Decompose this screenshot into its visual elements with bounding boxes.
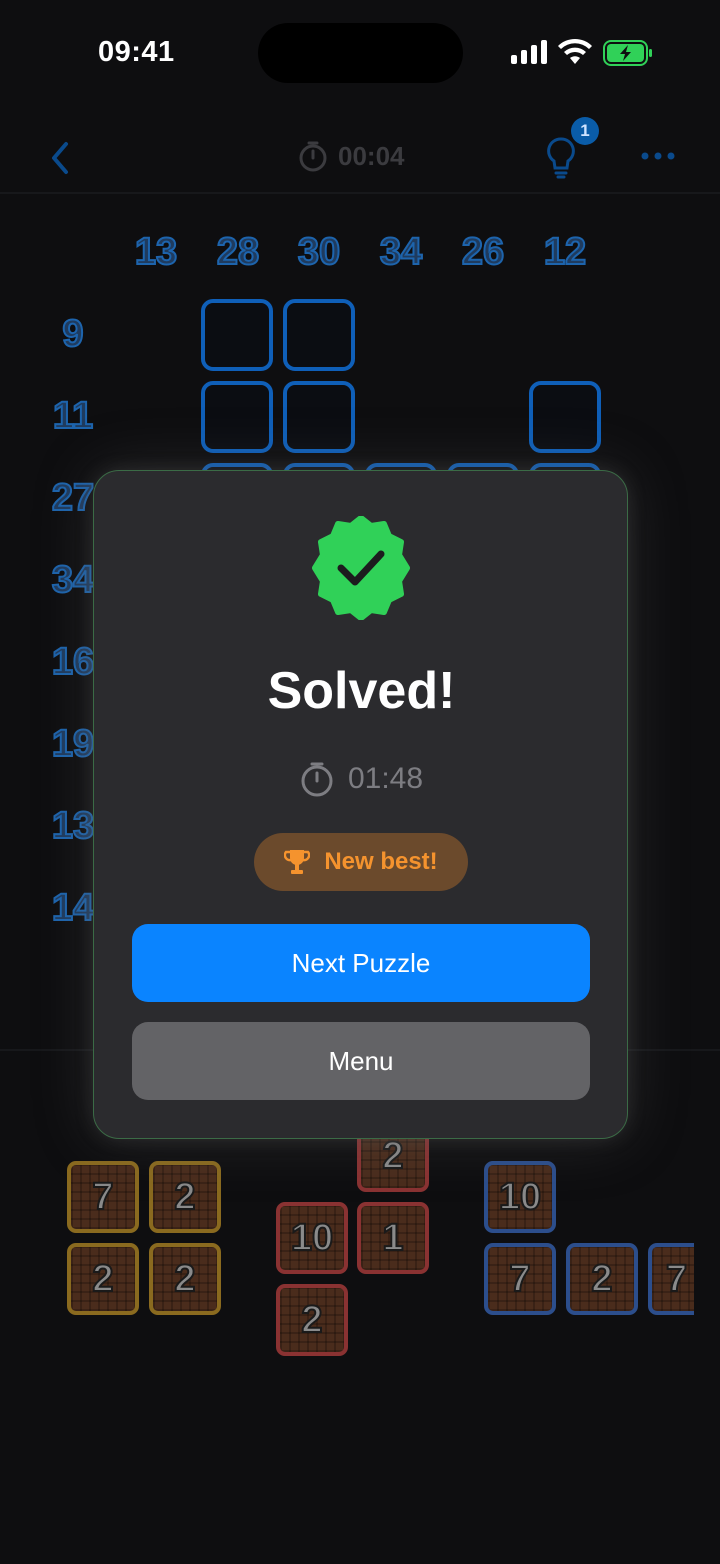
- piece-tile[interactable]: 2: [276, 1284, 348, 1356]
- row-clue: 11: [52, 394, 94, 438]
- back-chevron-icon[interactable]: [46, 140, 76, 176]
- column-clue: 28: [216, 230, 260, 274]
- menu-button[interactable]: Menu: [132, 1022, 590, 1100]
- row-clue: 9: [61, 312, 84, 356]
- piece-tile[interactable]: 2: [566, 1243, 638, 1315]
- piece-tile[interactable]: 7: [484, 1243, 556, 1315]
- next-puzzle-button[interactable]: Next Puzzle: [132, 924, 590, 1002]
- hint-count-badge: 1: [571, 117, 599, 145]
- piece-tile[interactable]: 2: [67, 1243, 139, 1315]
- piece-tile[interactable]: 1: [357, 1202, 429, 1274]
- column-clue: 26: [461, 230, 505, 274]
- column-clue: 34: [379, 230, 423, 274]
- piece-tile[interactable]: 10: [276, 1202, 348, 1274]
- stopwatch-icon: [299, 141, 327, 172]
- new-best-badge: New best!: [254, 833, 468, 891]
- grid-cell[interactable]: [201, 381, 273, 453]
- header-divider: [0, 192, 720, 194]
- grid-cell[interactable]: [529, 381, 601, 453]
- trophy-icon: [284, 850, 311, 874]
- grid-cell[interactable]: [283, 381, 355, 453]
- piece-tile[interactable]: 7: [67, 1161, 139, 1233]
- header-timer-value: 00:04: [338, 140, 405, 171]
- solved-time-value: 01:48: [347, 762, 424, 795]
- solved-dialog: Solved! 01:48 New best! Next Puzzle Menu: [93, 470, 628, 1139]
- column-clue: 13: [134, 230, 178, 274]
- stopwatch-icon: [301, 762, 333, 797]
- column-clue: 30: [297, 230, 341, 274]
- lightbulb-icon[interactable]: [545, 136, 577, 180]
- more-icon[interactable]: [640, 150, 676, 162]
- header-timer: 00:04: [298, 140, 405, 172]
- solved-title: Solved!: [267, 662, 456, 720]
- solved-time: 01:48: [94, 761, 629, 797]
- verified-check-icon: [312, 516, 410, 620]
- grid-cell[interactable]: [201, 299, 273, 371]
- piece-tile[interactable]: 10: [484, 1161, 556, 1233]
- column-clue: 12: [543, 230, 587, 274]
- grid-cell[interactable]: [283, 299, 355, 371]
- piece-tile[interactable]: 2: [149, 1243, 221, 1315]
- piece-tile[interactable]: 7: [648, 1243, 694, 1315]
- new-best-label: New best!: [324, 848, 438, 875]
- piece-tile[interactable]: 2: [149, 1161, 221, 1233]
